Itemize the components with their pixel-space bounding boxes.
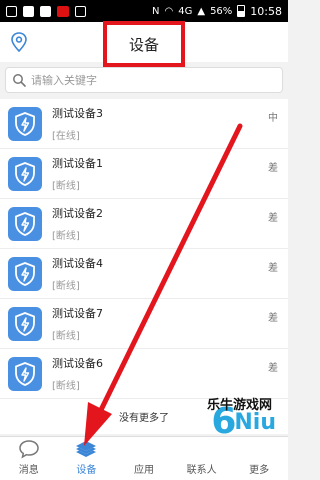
app-header: 设备 bbox=[0, 21, 288, 67]
nfc-icon: N bbox=[152, 5, 160, 17]
tab-label: 设备 bbox=[76, 465, 97, 476]
tab-more[interactable]: 更多 bbox=[230, 437, 288, 480]
more-icon bbox=[248, 439, 270, 459]
tab-contacts[interactable]: 联系人 bbox=[173, 437, 231, 480]
device-signal: 差 bbox=[268, 313, 278, 324]
search-bar bbox=[0, 62, 288, 98]
bottom-tab-bar: 消息 设备 应用 联系人 更多 bbox=[0, 436, 288, 480]
wifi-icon: ◠ bbox=[164, 5, 174, 17]
location-icon[interactable] bbox=[10, 32, 28, 52]
device-status: [断线] bbox=[52, 231, 80, 242]
device-status: [断线] bbox=[52, 181, 80, 192]
device-row[interactable]: 测试设备4 [断线] 差 bbox=[0, 249, 288, 299]
watermark-text: 乐牛游戏网 bbox=[206, 398, 272, 413]
layers-icon bbox=[76, 441, 97, 457]
shield-icon bbox=[8, 306, 42, 341]
search-box[interactable] bbox=[5, 67, 283, 93]
contacts-icon bbox=[191, 439, 213, 459]
shield-icon bbox=[8, 356, 42, 391]
app-notification-icon bbox=[57, 5, 69, 17]
device-row[interactable]: 测试设备1 [断线] 差 bbox=[0, 149, 288, 199]
apps-icon bbox=[133, 439, 155, 459]
clock: 10:58 bbox=[250, 4, 282, 18]
device-name: 测试设备4 bbox=[52, 257, 103, 270]
device-name: 测试设备7 bbox=[52, 307, 103, 320]
chat-bubble-icon bbox=[19, 440, 39, 459]
signal-label: 4G bbox=[178, 5, 193, 17]
device-status: [在线] bbox=[52, 131, 80, 142]
device-row[interactable]: 测试设备3 [在线] 中 bbox=[0, 99, 288, 149]
tab-label: 更多 bbox=[249, 465, 270, 476]
tab-apps[interactable]: 应用 bbox=[115, 437, 173, 480]
watermark: 乐牛游戏网 6 Niu bbox=[207, 398, 276, 440]
device-signal: 差 bbox=[268, 163, 278, 174]
search-icon bbox=[13, 74, 26, 87]
watermark-logo-niu: Niu bbox=[234, 409, 276, 435]
tab-label: 应用 bbox=[133, 465, 154, 476]
tab-label: 联系人 bbox=[186, 465, 217, 476]
device-row[interactable]: 测试设备7 [断线] 差 bbox=[0, 299, 288, 349]
device-row[interactable]: 测试设备2 [断线] 差 bbox=[0, 199, 288, 249]
tab-messages[interactable]: 消息 bbox=[0, 437, 58, 480]
search-input[interactable] bbox=[31, 73, 251, 87]
tab-label: 消息 bbox=[18, 465, 39, 476]
device-signal: 中 bbox=[268, 113, 278, 124]
tab-devices[interactable]: 设备 bbox=[58, 437, 116, 480]
device-row[interactable]: 测试设备6 [断线] 差 bbox=[0, 349, 288, 399]
device-name: 测试设备1 bbox=[52, 157, 103, 170]
device-signal: 差 bbox=[268, 263, 278, 274]
device-name: 测试设备2 bbox=[52, 207, 103, 220]
page-title: 设备 bbox=[128, 35, 159, 54]
device-name: 测试设备3 bbox=[52, 107, 103, 120]
device-list: 测试设备3 [在线] 中 测试设备1 [断线] 差 测试设备2 [断线] 差 测… bbox=[0, 99, 288, 434]
message-icon bbox=[40, 5, 51, 17]
shield-icon bbox=[8, 106, 42, 141]
device-status: [断线] bbox=[52, 331, 80, 342]
cell-signal-icon: ▲ bbox=[197, 5, 206, 17]
status-bar: N ◠ 4G ▲ 56% 10:58 bbox=[0, 0, 288, 22]
battery-icon bbox=[237, 5, 246, 17]
battery-percent: 56% bbox=[210, 5, 233, 17]
shield-icon bbox=[8, 206, 42, 241]
device-signal: 差 bbox=[268, 363, 278, 374]
notification-icons bbox=[6, 5, 86, 17]
device-name: 测试设备6 bbox=[52, 357, 103, 370]
shield-icon bbox=[8, 156, 42, 191]
wechat-icon bbox=[23, 5, 34, 17]
device-status: [断线] bbox=[52, 281, 80, 292]
notification-icon bbox=[6, 5, 17, 17]
device-status: [断线] bbox=[52, 381, 80, 392]
title-highlight: 设备 bbox=[103, 21, 185, 67]
device-signal: 差 bbox=[268, 213, 278, 224]
shield-icon bbox=[8, 256, 42, 291]
mail-icon bbox=[75, 5, 86, 17]
